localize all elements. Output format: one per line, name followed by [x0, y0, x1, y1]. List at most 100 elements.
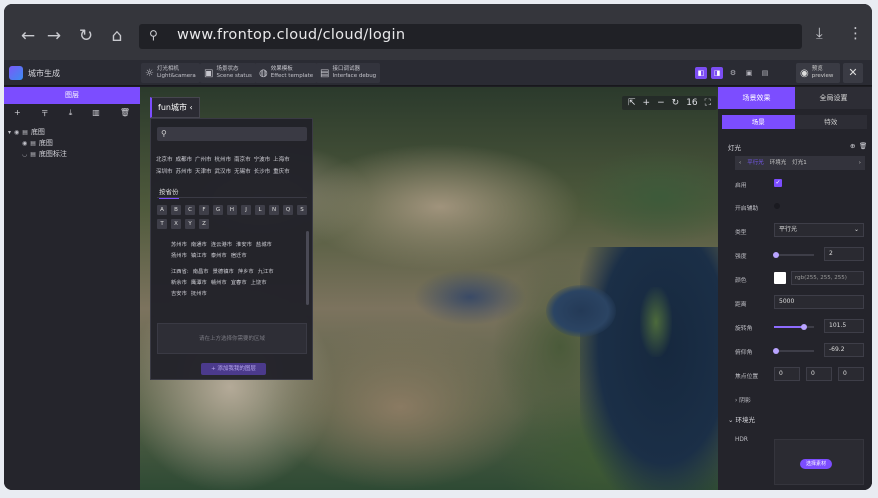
city-item[interactable]: 上海市 — [273, 154, 290, 166]
download-icon[interactable]: ⤓ — [816, 24, 823, 42]
add-light-icon[interactable]: ⊕ — [850, 142, 855, 150]
letter-q[interactable]: Q — [283, 205, 293, 215]
city-item[interactable]: 北京市 — [156, 154, 173, 166]
city-item[interactable]: 盐城市 — [256, 240, 272, 248]
city-item[interactable]: 吉安市 — [171, 289, 187, 297]
choose-material-button[interactable]: 选择素材 — [800, 459, 832, 469]
enable-checkbox[interactable]: ✓ — [774, 179, 782, 187]
city-item[interactable]: 上饶市 — [251, 278, 267, 286]
city-item[interactable]: 广州市 — [195, 154, 212, 166]
letter-s[interactable]: S — [297, 205, 307, 215]
close-icon[interactable]: ✕ — [843, 63, 863, 83]
city-item[interactable]: 天津市 — [195, 166, 212, 178]
city-item[interactable]: 长沙市 — [254, 166, 271, 178]
city-item[interactable]: 泰州市 — [211, 251, 227, 259]
type-select[interactable]: 平行光 ⌄ — [774, 223, 864, 237]
env-section[interactable]: ⌄ 环境光 — [728, 414, 755, 424]
tree-node-annotation[interactable]: ◡ ▤ 底图标注 — [8, 149, 67, 160]
city-item[interactable]: 南京市 — [234, 154, 251, 166]
export-icon[interactable]: ▤ — [759, 67, 771, 79]
effect-template-button[interactable]: ◍ 效果模板 Effect template — [255, 63, 318, 83]
city-item[interactable]: 萍乡市 — [238, 267, 254, 275]
tab-effects[interactable]: 特效 — [794, 115, 867, 129]
city-item[interactable]: 宿迁市 — [231, 251, 247, 259]
color-swatch[interactable] — [774, 272, 786, 284]
city-item[interactable]: 淮安市 — [236, 240, 252, 248]
fullscreen-icon[interactable]: ⛶ — [705, 98, 711, 108]
city-item[interactable]: 新余市 — [171, 278, 187, 286]
visibility-icon[interactable]: ◉ — [22, 138, 27, 149]
home-icon[interactable]: ⌂ — [107, 26, 127, 46]
city-item[interactable]: 宜春市 — [231, 278, 247, 286]
copy-icon[interactable]: ▥ — [92, 108, 100, 120]
city-item[interactable]: 宁波市 — [254, 154, 271, 166]
focus-z-input[interactable]: 0 — [838, 367, 864, 381]
pitch-slider[interactable] — [772, 348, 814, 354]
pitch-slider-knob[interactable] — [772, 348, 779, 354]
layout-right-icon[interactable]: ◨ — [711, 67, 723, 79]
settings-icon[interactable]: ⚙ — [727, 67, 739, 79]
letter-z[interactable]: Z — [199, 219, 209, 229]
shadow-section[interactable]: › 阴影 — [735, 395, 751, 404]
city-item[interactable]: 苏州市 — [176, 166, 193, 178]
letter-x[interactable]: X — [171, 219, 181, 229]
browser-menu-icon[interactable]: ⋮ — [848, 24, 863, 42]
distance-input[interactable]: 5000 — [774, 295, 864, 309]
letter-f[interactable]: F — [199, 205, 209, 215]
next-icon[interactable]: › — [859, 156, 865, 170]
city-item[interactable]: 扬州市 — [171, 251, 187, 259]
city-item[interactable]: 连云港市 — [211, 240, 232, 248]
prev-icon[interactable]: ‹ — [739, 156, 741, 170]
intensity-slider[interactable] — [773, 252, 814, 258]
image-icon[interactable]: ▣ — [743, 67, 755, 79]
city-search-input[interactable]: ⚲ — [157, 127, 307, 141]
zoom-in-icon[interactable]: + — [643, 98, 651, 108]
city-item[interactable]: 鹰潭市 — [191, 278, 207, 286]
tree-node-basemap[interactable]: ◉ ▤ 底图 — [8, 138, 67, 149]
visibility-icon[interactable]: ◉ — [14, 127, 19, 138]
city-item[interactable]: 抚州市 — [191, 289, 207, 297]
city-item[interactable]: 无锡市 — [234, 166, 251, 178]
light-option-directional[interactable]: 平行光 — [747, 156, 764, 170]
intensity-slider-knob[interactable] — [773, 252, 779, 258]
add-layer-button[interactable]: + 添加我我的图层 — [201, 363, 266, 375]
city-item[interactable]: 武汉市 — [215, 166, 232, 178]
city-item[interactable]: 镇江市 — [191, 251, 207, 259]
reload-icon[interactable]: ↻ — [76, 26, 96, 46]
expand-icon[interactable]: ▾ — [8, 127, 11, 138]
focus-y-input[interactable]: 0 — [806, 367, 832, 381]
preview-button[interactable]: ◉ 预览 preview — [796, 63, 840, 83]
zoom-out-icon[interactable]: − — [657, 98, 665, 108]
intensity-input[interactable]: 2 — [824, 247, 864, 261]
letter-b[interactable]: B — [171, 205, 181, 215]
tab-scene-effects[interactable]: 场景效果 — [718, 87, 795, 109]
rotation-input[interactable]: 101.5 — [824, 319, 864, 333]
layers-tab[interactable]: 图层 — [4, 87, 140, 104]
letter-h[interactable]: H — [227, 205, 237, 215]
letter-j[interactable]: J — [241, 205, 251, 215]
light-option-light1[interactable]: 灯光1 — [792, 156, 807, 170]
letter-g[interactable]: G — [213, 205, 223, 215]
forward-icon[interactable]: → — [44, 26, 64, 46]
interface-debug-button[interactable]: ▤ 接口调试器 Interface debug — [316, 63, 381, 83]
reset-icon[interactable]: ↻ — [672, 98, 680, 108]
delete-icon[interactable]: 🗑 — [120, 108, 130, 120]
light-section-title[interactable]: 灯光 — [728, 142, 741, 152]
delete-light-icon[interactable]: 🗑 — [859, 142, 867, 150]
letter-a[interactable]: A — [157, 205, 167, 215]
layout-left-icon[interactable]: ◧ — [695, 67, 707, 79]
city-item[interactable]: 赣州市 — [211, 278, 227, 286]
back-icon[interactable]: ← — [18, 26, 38, 46]
letter-c[interactable]: C — [185, 205, 195, 215]
address-bar[interactable]: ⚲ www.frontop.cloud/cloud/login — [139, 24, 802, 49]
city-list-scrollbar[interactable] — [306, 231, 309, 305]
tab-scene[interactable]: 场景 — [722, 115, 795, 129]
rotation-slider[interactable] — [774, 324, 814, 330]
light-camera-button[interactable]: ☼ 灯光相机 Light&camera — [141, 63, 200, 83]
pitch-input[interactable]: -69.2 — [824, 343, 864, 357]
letter-t[interactable]: T — [157, 219, 167, 229]
compass-icon[interactable]: ⇱ — [628, 98, 636, 108]
city-item[interactable]: 南通市 — [191, 240, 207, 248]
light-option-ambient[interactable]: 环境光 — [770, 156, 787, 170]
hidden-icon[interactable]: ◡ — [22, 149, 27, 160]
